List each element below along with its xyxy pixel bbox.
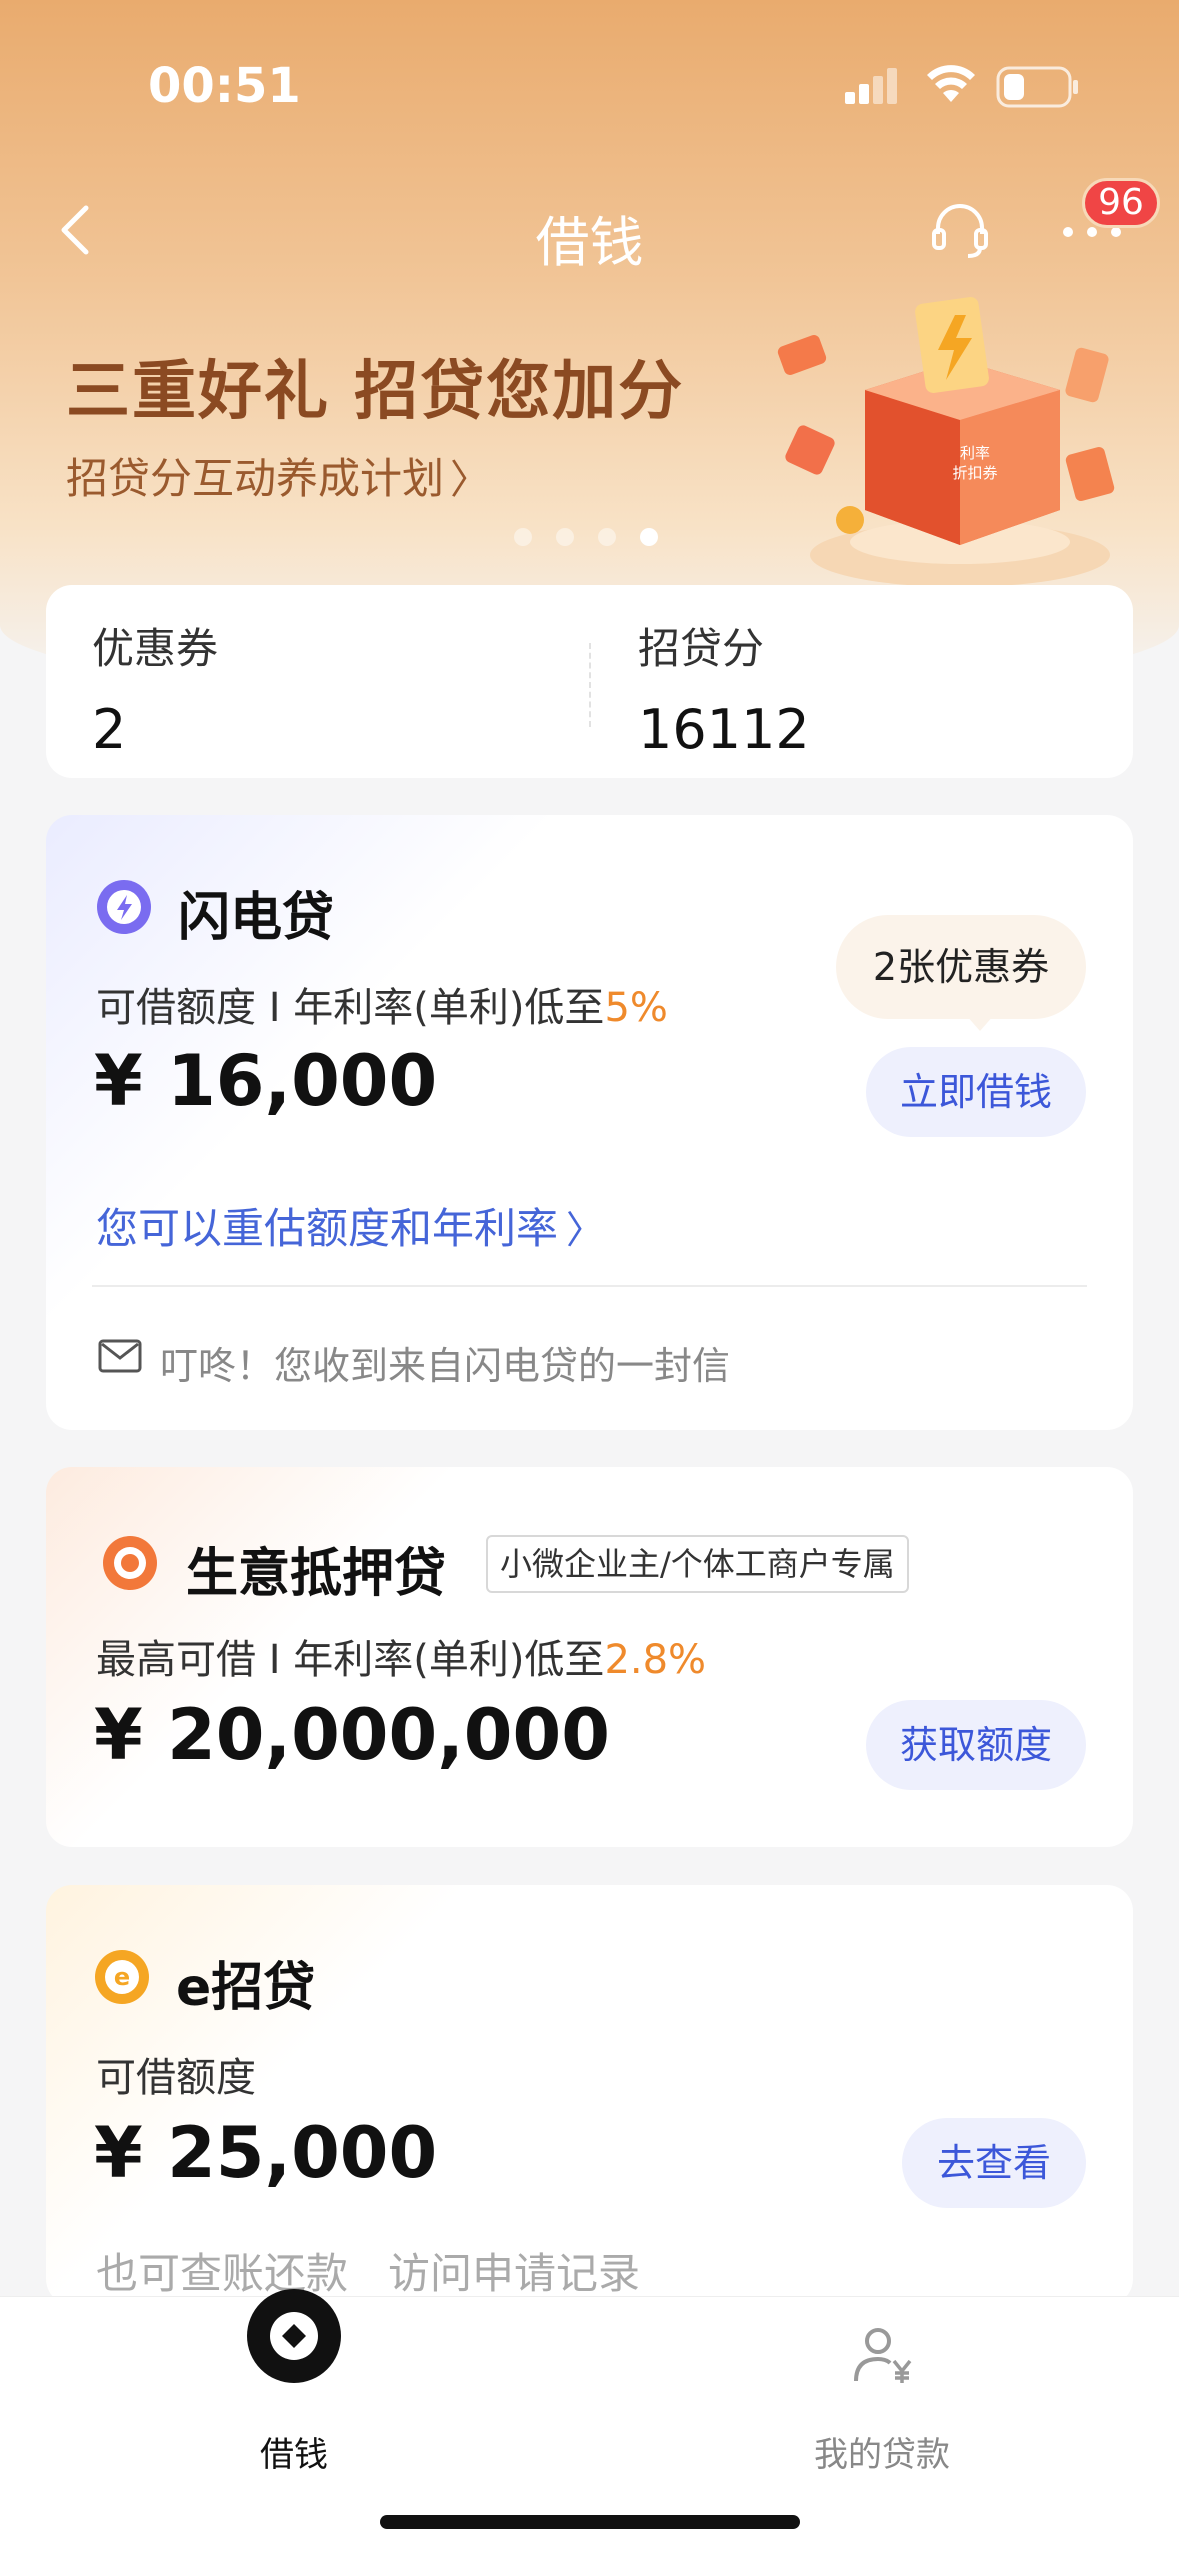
wifi-icon <box>927 65 975 102</box>
art-label-line2: 折扣券 <box>952 464 997 482</box>
get-quota-button[interactable]: 获取额度 <box>866 1700 1086 1790</box>
score-label: 招贷分 <box>638 624 765 673</box>
e-loan-card[interactable]: e e招贷 可借额度 ¥ 25,000 去查看 也可查账还款 访问申请记录 <box>46 1885 1133 2305</box>
e-loan-desc: 可借额度 <box>96 2055 256 2101</box>
page-title: 借钱 <box>535 211 644 274</box>
banner-title[interactable]: 三重好礼 招贷您加分 <box>66 340 684 432</box>
summary-card: 优惠券 2 招贷分 16112 <box>46 585 1133 778</box>
banner-subtitle-link[interactable]: 招贷分互动养成计划〉 <box>66 445 490 506</box>
banner-subtitle: 招贷分互动养成计划 <box>66 454 445 503</box>
borrow-now-button[interactable]: 立即借钱 <box>866 1047 1086 1137</box>
envelope-icon <box>98 1339 142 1373</box>
flash-loan-amount: ¥ 16,000 <box>94 1040 438 1122</box>
business-loan-card[interactable]: 生意抵押贷 小微企业主/个体工商户专属 最高可借 I 年利率(单利)低至2.8%… <box>46 1467 1133 1847</box>
flash-loan-rate: 5% <box>604 985 668 1031</box>
flash-loan-card[interactable]: 闪电贷 可借额度 I 年利率(单利)低至5% ¥ 16,000 2张优惠券 立即… <box>46 815 1133 1430</box>
art-label-line1: 利率 <box>960 444 990 462</box>
home-indicator[interactable] <box>380 2515 800 2529</box>
lightning-icon <box>97 880 151 934</box>
bubble-tail <box>966 1015 994 1031</box>
view-button[interactable]: 去查看 <box>902 2118 1086 2208</box>
svg-text:e: e <box>114 1963 130 1991</box>
nav-bar: 借钱 96 <box>0 178 1179 280</box>
e-loan-links: 也可查账还款 访问申请记录 <box>96 2240 640 2301</box>
reassess-link-text: 您可以重估额度和年利率 <box>96 1204 559 1253</box>
carousel-indicator <box>514 528 658 546</box>
card-divider <box>92 1285 1087 1287</box>
eligibility-tag: 小微企业主/个体工商户专属 <box>486 1535 909 1593</box>
business-loan-desc: 最高可借 I 年利率(单利)低至2.8% <box>96 1627 706 1685</box>
customer-service-icon[interactable] <box>930 200 990 260</box>
tab-borrow[interactable]: 借钱 <box>174 2289 414 2476</box>
e-loan-name: e招贷 <box>176 1958 316 2018</box>
application-record-link[interactable]: 访问申请记录 <box>388 2249 640 2298</box>
carousel-dot <box>598 528 616 546</box>
signal-icon <box>845 68 897 104</box>
chevron-right-icon: 〉 <box>450 457 491 503</box>
coupons-summary[interactable]: 优惠券 2 <box>92 615 218 761</box>
business-loan-rate: 2.8% <box>604 1637 707 1683</box>
business-loan-amount: ¥ 20,000,000 <box>94 1694 610 1776</box>
status-bar: 00:51 <box>0 0 1179 170</box>
coupons-value: 2 <box>92 698 127 761</box>
e-loan-amount: ¥ 25,000 <box>94 2112 438 2194</box>
chevron-right-icon: 〉 <box>566 1208 605 1252</box>
carousel-dot <box>556 528 574 546</box>
notification-badge: 96 <box>1082 178 1160 228</box>
business-loan-desc-text: 最高可借 I 年利率(单利)低至 <box>96 1637 605 1683</box>
score-value: 16112 <box>638 698 810 761</box>
battery-icon <box>996 66 1078 108</box>
summary-divider <box>589 643 591 727</box>
carousel-dot <box>514 528 532 546</box>
borrow-tab-icon <box>247 2289 341 2383</box>
gift-box-illustration: 利率 折扣券 <box>777 297 1115 587</box>
tab-my-loans[interactable]: 我的贷款 <box>762 2297 1002 2476</box>
target-icon <box>103 1536 157 1590</box>
flash-loan-desc: 可借额度 I 年利率(单利)低至5% <box>96 975 668 1033</box>
score-summary[interactable]: 招贷分 16112 <box>638 615 810 761</box>
coupons-label: 优惠券 <box>92 624 219 673</box>
flash-loan-name: 闪电贷 <box>178 888 335 948</box>
status-time: 00:51 <box>148 58 301 114</box>
letter-notice[interactable]: 叮咚！您收到来自闪电贷的一封信 <box>160 1335 730 1390</box>
carousel-dot-active <box>640 528 658 546</box>
business-loan-name: 生意抵押贷 <box>186 1544 447 1604</box>
person-yuan-icon <box>854 2328 912 2383</box>
e-loan-icon: e <box>95 1950 149 2004</box>
coupon-bubble: 2张优惠券 <box>836 915 1086 1019</box>
reassess-link[interactable]: 您可以重估额度和年利率〉 <box>96 1195 604 1256</box>
flash-loan-desc-text: 可借额度 I 年利率(单利)低至 <box>96 985 605 1031</box>
